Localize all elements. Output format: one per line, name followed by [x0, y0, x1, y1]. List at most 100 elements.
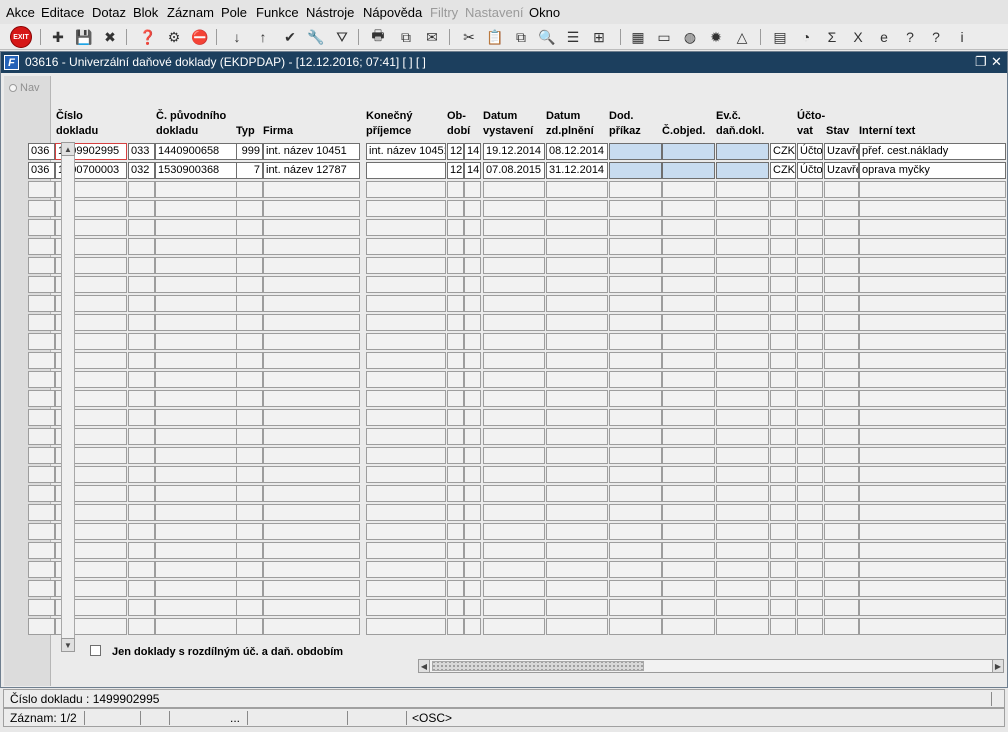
table-cell[interactable] [662, 428, 715, 445]
table-cell[interactable]: 1530900368 [155, 162, 237, 179]
table-cell[interactable] [464, 466, 481, 483]
scrollbar-thumb[interactable] [432, 661, 644, 671]
table-cell[interactable] [797, 238, 823, 255]
table-cell[interactable] [155, 295, 237, 312]
table-cell[interactable]: 12 [447, 143, 464, 160]
table-cell[interactable] [859, 542, 1006, 559]
table-cell[interactable] [824, 561, 859, 578]
table-cell[interactable] [155, 181, 237, 198]
table-cell[interactable] [236, 295, 263, 312]
table-cell[interactable] [662, 466, 715, 483]
table-cell[interactable] [236, 390, 263, 407]
table-cell[interactable] [824, 447, 859, 464]
table-cell[interactable] [546, 618, 608, 635]
table-cell[interactable] [770, 485, 796, 502]
tree-icon[interactable]: ⊞ [589, 27, 609, 47]
menu-item[interactable]: Blok [133, 5, 158, 20]
table-cell[interactable] [797, 314, 823, 331]
table-cell[interactable] [447, 390, 464, 407]
table-cell[interactable] [128, 485, 155, 502]
table-cell[interactable] [797, 295, 823, 312]
menu-item[interactable]: Nastavení [465, 5, 524, 20]
table-cell[interactable] [662, 333, 715, 350]
table-cell[interactable] [483, 599, 545, 616]
table-cell[interactable] [236, 542, 263, 559]
table-cell[interactable] [155, 238, 237, 255]
table-cell[interactable] [28, 352, 55, 369]
table-cell[interactable] [464, 371, 481, 388]
table-cell[interactable] [483, 200, 545, 217]
table-cell[interactable] [464, 618, 481, 635]
table-cell[interactable] [28, 219, 55, 236]
print-icon[interactable]: 🖶 [368, 27, 388, 47]
table-cell[interactable]: int. název 10451 [366, 143, 446, 160]
table-cell[interactable] [155, 504, 237, 521]
table-cell[interactable] [464, 181, 481, 198]
sort-desc-icon[interactable]: ↑ [253, 27, 273, 47]
table-cell[interactable] [824, 238, 859, 255]
table-cell[interactable] [155, 542, 237, 559]
table-cell[interactable] [483, 181, 545, 198]
table-cell[interactable] [609, 409, 662, 426]
table-cell[interactable] [464, 200, 481, 217]
table-cell[interactable]: 999 [236, 143, 263, 160]
table-cell[interactable] [770, 447, 796, 464]
table-cell[interactable] [128, 352, 155, 369]
table-cell[interactable] [662, 371, 715, 388]
table-cell[interactable]: 1440900658 [155, 143, 237, 160]
table-cell[interactable] [28, 276, 55, 293]
menu-item[interactable]: Pole [221, 5, 247, 20]
table-cell[interactable] [366, 200, 446, 217]
table-cell[interactable] [483, 238, 545, 255]
table-cell[interactable] [447, 485, 464, 502]
table-cell[interactable] [464, 561, 481, 578]
table-cell[interactable] [464, 333, 481, 350]
table-cell[interactable] [483, 257, 545, 274]
table-cell[interactable] [859, 314, 1006, 331]
table-cell[interactable] [546, 295, 608, 312]
table-cell[interactable] [483, 390, 545, 407]
table-cell[interactable] [236, 200, 263, 217]
table-cell[interactable] [464, 257, 481, 274]
scroll-down-icon[interactable]: ▼ [61, 638, 75, 652]
table-cell[interactable] [128, 371, 155, 388]
table-cell[interactable] [770, 257, 796, 274]
table-cell[interactable] [770, 542, 796, 559]
table-cell[interactable] [609, 447, 662, 464]
table-cell[interactable] [447, 333, 464, 350]
table-cell[interactable] [662, 219, 715, 236]
table-cell[interactable] [483, 542, 545, 559]
table-cell[interactable] [155, 485, 237, 502]
table-cell[interactable] [546, 276, 608, 293]
table-cell[interactable] [464, 599, 481, 616]
table-cell[interactable] [366, 504, 446, 521]
table-cell[interactable] [797, 333, 823, 350]
table-cell[interactable] [483, 504, 545, 521]
table-cell[interactable] [859, 523, 1006, 540]
table-cell[interactable] [662, 523, 715, 540]
table-cell[interactable] [859, 333, 1006, 350]
table-cell[interactable] [236, 257, 263, 274]
table-cell[interactable] [546, 542, 608, 559]
table-cell[interactable] [716, 181, 769, 198]
table-cell[interactable] [824, 295, 859, 312]
table-cell[interactable] [366, 276, 446, 293]
table-cell[interactable] [662, 295, 715, 312]
table-cell[interactable] [609, 390, 662, 407]
table-cell[interactable] [128, 599, 155, 616]
table-cell[interactable] [546, 504, 608, 521]
scroll-up-icon[interactable]: ▲ [61, 142, 75, 156]
table-cell[interactable] [824, 276, 859, 293]
table-cell[interactable] [128, 447, 155, 464]
table-cell[interactable] [128, 238, 155, 255]
table-cell[interactable] [236, 447, 263, 464]
table-cell[interactable] [483, 333, 545, 350]
table-cell[interactable]: CZK [770, 143, 796, 160]
table-cell[interactable] [797, 390, 823, 407]
table-cell[interactable] [797, 352, 823, 369]
table-cell[interactable] [447, 504, 464, 521]
table-cell[interactable] [236, 466, 263, 483]
sum-icon[interactable]: Σ [822, 27, 842, 47]
table-cell[interactable] [770, 333, 796, 350]
table-cell[interactable] [859, 504, 1006, 521]
